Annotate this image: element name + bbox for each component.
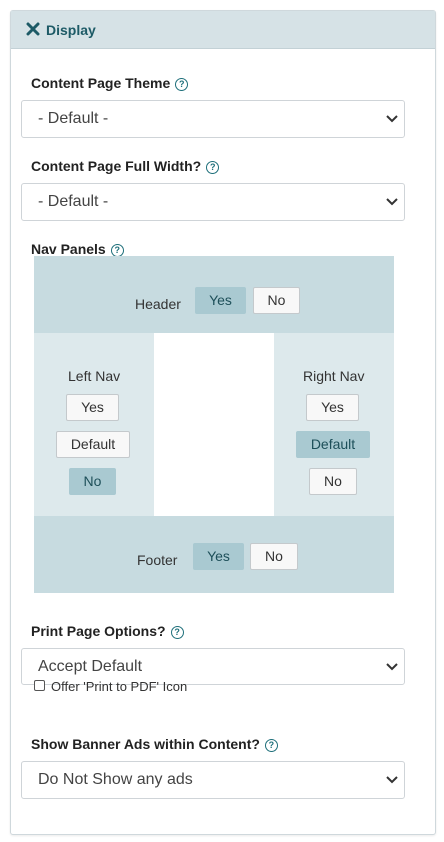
panel-header[interactable]: Display: [11, 11, 435, 49]
right-nav-label: Right Nav: [303, 368, 365, 384]
right-nav-default-button[interactable]: Default: [296, 431, 370, 458]
right-nav-region: Right Nav Yes Default No: [274, 333, 394, 516]
chevron-down-icon: [386, 776, 398, 784]
footer-region-label: Footer: [137, 552, 178, 568]
close-icon[interactable]: [26, 22, 40, 36]
right-nav-no-button[interactable]: No: [309, 468, 357, 495]
footer-yes-button[interactable]: Yes: [193, 543, 244, 570]
theme-label: Content Page Theme?: [31, 75, 189, 91]
banner-ads-label: Show Banner Ads within Content??: [31, 736, 278, 752]
left-nav-region: Left Nav Yes Default No: [34, 333, 154, 516]
header-region: Header Yes No: [34, 256, 394, 333]
theme-select[interactable]: - Default -: [21, 100, 405, 138]
help-icon[interactable]: ?: [264, 739, 278, 752]
banner-ads-select[interactable]: Do Not Show any ads: [21, 761, 405, 799]
left-nav-no-button[interactable]: No: [69, 468, 116, 495]
nav-panels-layout: Header Yes No Left Nav Yes Default No Ri…: [34, 256, 394, 593]
footer-no-button[interactable]: No: [250, 543, 298, 570]
left-nav-label: Left Nav: [68, 368, 121, 384]
header-yes-button[interactable]: Yes: [195, 287, 246, 314]
header-region-label: Header: [135, 296, 181, 312]
print-pdf-checkbox[interactable]: [34, 680, 45, 691]
chevron-down-icon: [386, 198, 398, 206]
left-nav-default-button[interactable]: Default: [56, 431, 130, 458]
content-region: [154, 333, 274, 516]
panel-title: Display: [46, 22, 96, 38]
help-icon[interactable]: ?: [206, 161, 220, 174]
left-nav-yes-button[interactable]: Yes: [66, 394, 119, 421]
full-width-select[interactable]: - Default -: [21, 183, 405, 221]
print-pdf-checkbox-label[interactable]: Offer 'Print to PDF' Icon: [51, 679, 187, 694]
right-nav-yes-button[interactable]: Yes: [306, 394, 359, 421]
nav-panels-label: Nav Panels?: [31, 241, 124, 257]
print-options-label: Print Page Options??: [31, 623, 184, 639]
chevron-down-icon: [386, 115, 398, 123]
help-icon[interactable]: ?: [175, 78, 189, 91]
footer-region: Footer Yes No: [34, 516, 394, 593]
full-width-label: Content Page Full Width??: [31, 158, 220, 174]
chevron-down-icon: [386, 663, 398, 671]
help-icon[interactable]: ?: [170, 626, 184, 639]
header-no-button[interactable]: No: [253, 287, 300, 314]
